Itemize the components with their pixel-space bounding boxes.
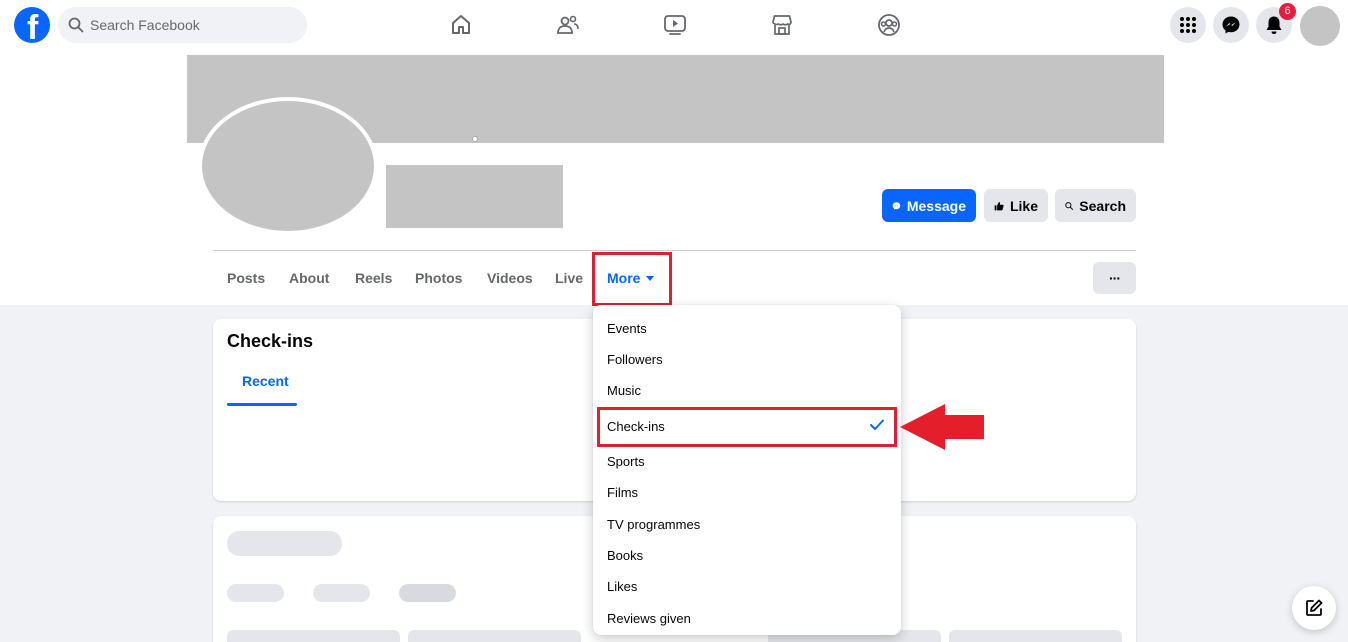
skeleton-block — [408, 630, 581, 642]
tab-videos[interactable]: Videos — [487, 270, 533, 286]
menu-item-music[interactable]: Music — [607, 383, 641, 398]
more-options-button[interactable]: ··· — [1093, 262, 1136, 294]
menu-item-followers[interactable]: Followers — [607, 352, 663, 367]
marketplace-icon[interactable] — [768, 11, 796, 39]
message-button-label: Message — [906, 197, 966, 214]
tab-reels[interactable]: Reels — [355, 270, 392, 286]
tab-about[interactable]: About — [289, 270, 329, 286]
subtab-recent[interactable]: Recent — [242, 373, 289, 389]
tab-posts[interactable]: Posts — [227, 270, 265, 286]
skeleton-block — [949, 630, 1122, 642]
checkins-item-highlight — [597, 407, 897, 447]
friends-icon[interactable] — [554, 11, 582, 39]
menu-item-events[interactable]: Events — [607, 321, 647, 336]
skeleton-block — [227, 584, 284, 602]
bell-icon — [1266, 16, 1282, 34]
header-divider — [213, 250, 1136, 251]
message-button[interactable]: Message — [882, 189, 976, 222]
watch-icon[interactable] — [661, 11, 689, 39]
search-button-label: Search — [1079, 197, 1126, 214]
more-tab-highlight — [592, 252, 672, 306]
like-button-label: Like — [1009, 197, 1038, 214]
menu-item-reviews-given[interactable]: Reviews given — [607, 611, 691, 626]
skeleton-block — [227, 531, 342, 556]
menu-item-tv-programmes[interactable]: TV programmes — [607, 517, 700, 532]
page-search-button[interactable]: Search — [1055, 189, 1136, 222]
compose-icon — [1306, 599, 1323, 616]
skeleton-block — [227, 630, 400, 642]
search-icon — [68, 17, 84, 33]
menu-item-likes[interactable]: Likes — [607, 579, 637, 594]
thumbs-up-icon — [994, 201, 1004, 210]
menu-item-sports[interactable]: Sports — [607, 454, 645, 469]
skeleton-block — [313, 584, 370, 602]
account-avatar[interactable] — [1300, 6, 1340, 46]
messenger-button[interactable] — [1213, 7, 1249, 43]
red-arrow-annotation — [900, 404, 984, 450]
menu-item-films[interactable]: Films — [607, 485, 638, 500]
menu-grid-button[interactable] — [1170, 7, 1206, 43]
groups-icon[interactable] — [875, 11, 903, 39]
messenger-icon — [892, 201, 901, 210]
menu-item-books[interactable]: Books — [607, 548, 643, 563]
top-navigation-bar: f 6 — [0, 0, 1348, 50]
new-message-button[interactable] — [1292, 586, 1336, 630]
more-dropdown-menu: Events Followers Music Check-ins Sports … — [593, 305, 901, 635]
tab-photos[interactable]: Photos — [415, 270, 462, 286]
search-icon — [1065, 201, 1073, 210]
search-input[interactable] — [90, 7, 290, 43]
search-box[interactable] — [58, 7, 307, 43]
notification-badge: 6 — [1279, 3, 1296, 20]
tab-live[interactable]: Live — [555, 270, 583, 286]
home-icon[interactable] — [447, 11, 475, 39]
grid-icon — [1180, 17, 1196, 33]
page-name-placeholder — [386, 165, 563, 228]
subtab-active-indicator — [227, 403, 297, 406]
like-button[interactable]: Like — [984, 189, 1048, 222]
skeleton-block — [399, 584, 456, 602]
checkins-title: Check-ins — [227, 331, 314, 351]
cover-marker — [472, 136, 478, 142]
messenger-icon — [1222, 16, 1240, 34]
profile-picture[interactable] — [198, 97, 378, 235]
facebook-logo[interactable]: f — [14, 7, 50, 47]
